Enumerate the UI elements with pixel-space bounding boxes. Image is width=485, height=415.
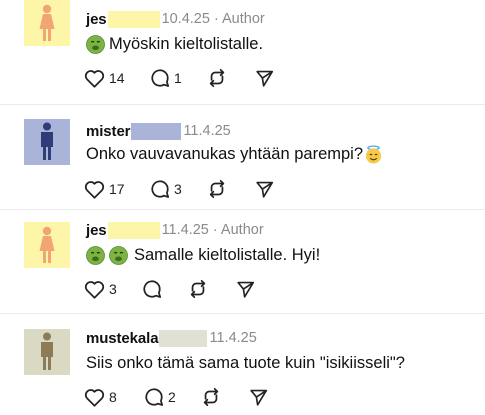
comment-text: Myöskin kieltolistalle.	[86, 35, 263, 54]
avatar[interactable]	[24, 0, 70, 46]
reply-button[interactable]	[142, 279, 188, 299]
like-button[interactable]: 8	[84, 388, 144, 407]
like-count: 14	[109, 70, 125, 86]
reply-count: 1	[174, 70, 182, 86]
send-icon	[256, 70, 274, 87]
female-person-icon	[39, 4, 55, 41]
send-icon	[237, 281, 255, 298]
repost-button[interactable]	[207, 68, 255, 88]
like-count: 17	[109, 181, 125, 197]
username[interactable]: mister	[86, 123, 131, 140]
nauseated-face-emoji	[86, 246, 105, 265]
comment-bubble-icon	[143, 280, 162, 298]
comment-text: Onko vauvavanukas yhtään parempi?	[86, 145, 383, 164]
reply-button[interactable]: 3	[150, 179, 207, 199]
comment: jes 11.4.25 · Author Samalle kieltolista…	[0, 210, 485, 312]
comment-header: jes 10.4.25 · Author	[86, 9, 265, 29]
comment-actions: 17 3	[84, 178, 274, 200]
heart-icon	[84, 280, 105, 299]
repost-icon	[209, 179, 225, 199]
male-person-icon	[41, 122, 53, 160]
comment-actions: 14 1	[84, 67, 274, 89]
comment-header: jes 11.4.25 · Author	[86, 220, 264, 240]
comment-body: Samalle kieltolistalle. Hyi!	[134, 246, 321, 264]
comment-header: mister 11.4.25	[86, 121, 231, 141]
comment-body: Onko vauvavanukas yhtään parempi?	[86, 145, 364, 163]
repost-icon	[203, 387, 219, 407]
redacted-name	[107, 10, 160, 28]
author-badge: · Author	[213, 11, 265, 27]
comment-actions: 8 2	[84, 386, 268, 408]
username[interactable]: jes	[86, 222, 107, 239]
share-button[interactable]	[236, 280, 255, 299]
redacted-name	[131, 122, 182, 140]
comment: jes 10.4.25 · Author Myöskin kieltolista…	[0, 0, 485, 104]
share-button[interactable]	[249, 388, 268, 407]
comment-bubble-icon	[145, 388, 164, 406]
username[interactable]: mustekala	[86, 330, 159, 347]
redacted-name	[107, 221, 160, 239]
comment-text: Samalle kieltolistalle. Hyi!	[86, 246, 320, 265]
repost-icon	[190, 279, 206, 299]
redacted-name	[159, 329, 208, 347]
share-button[interactable]	[255, 69, 274, 88]
comment-body: Myöskin kieltolistalle.	[109, 35, 264, 53]
like-button[interactable]: 14	[84, 69, 150, 88]
avatar[interactable]	[24, 119, 70, 165]
avatar[interactable]	[24, 329, 70, 375]
smiling-face-with-halo-emoji	[365, 145, 382, 164]
comment-header: mustekala 11.4.25	[86, 328, 257, 348]
comment-actions: 3	[84, 278, 255, 300]
heart-icon	[84, 180, 105, 199]
comment: mustekala 11.4.25 Siis onko tämä sama tu…	[0, 314, 485, 415]
like-count: 8	[109, 389, 117, 405]
comment-date: 11.4.25	[161, 222, 209, 238]
author-badge: · Author	[212, 222, 264, 238]
comment-date: 11.4.25	[183, 123, 231, 139]
comment-date: 10.4.25	[161, 11, 210, 27]
like-button[interactable]: 17	[84, 180, 150, 199]
reply-button[interactable]: 2	[144, 387, 201, 407]
comment-date: 11.4.25	[209, 330, 257, 346]
heart-icon	[84, 69, 105, 88]
reply-count: 3	[174, 181, 182, 197]
like-button[interactable]: 3	[84, 280, 142, 299]
avatar[interactable]	[24, 222, 70, 268]
username[interactable]: jes	[86, 11, 107, 28]
nauseated-face-emoji	[86, 35, 105, 54]
comment-text: Siis onko tämä sama tuote kuin "isikiiss…	[86, 354, 405, 373]
repost-button[interactable]	[201, 387, 249, 407]
repost-icon	[209, 68, 225, 88]
nauseated-face-emoji	[109, 246, 128, 265]
comment-bubble-icon	[151, 180, 170, 198]
like-count: 3	[109, 281, 117, 297]
comment-body: Siis onko tämä sama tuote kuin "isikiiss…	[86, 354, 405, 372]
comment: mister 11.4.25 Onko vauvavanukas yhtään …	[0, 105, 485, 209]
person-icon	[41, 332, 53, 370]
female-person-icon	[39, 226, 55, 263]
repost-button[interactable]	[188, 279, 236, 299]
heart-icon	[84, 388, 105, 407]
repost-button[interactable]	[207, 179, 255, 199]
send-icon	[250, 389, 268, 406]
share-button[interactable]	[255, 180, 274, 199]
comment-bubble-icon	[151, 69, 170, 87]
send-icon	[256, 181, 274, 198]
reply-count: 2	[168, 389, 176, 405]
reply-button[interactable]: 1	[150, 68, 207, 88]
